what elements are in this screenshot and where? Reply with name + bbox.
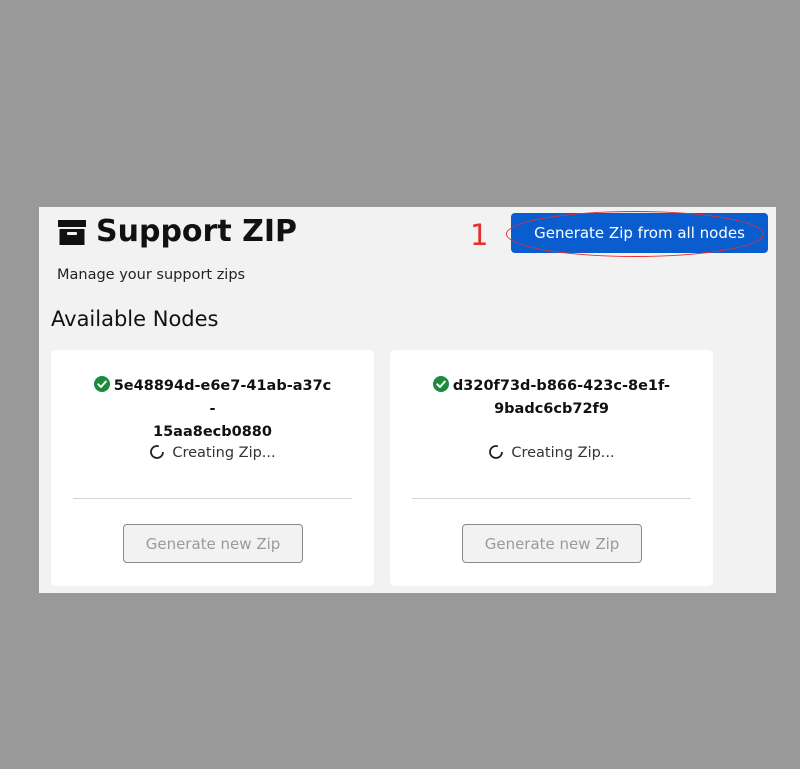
- zip-status: Creating Zip...: [51, 444, 374, 461]
- support-zip-panel: Support ZIP Manage your support zips 1 G…: [39, 207, 776, 593]
- zip-status-text: Creating Zip...: [511, 445, 615, 461]
- node-id: 5e48894d-e6e7-41ab-a37c- 15aa8ecb0880: [51, 375, 374, 444]
- page-title: Support ZIP: [96, 214, 298, 249]
- node-card: 5e48894d-e6e7-41ab-a37c- 15aa8ecb0880 Cr…: [51, 350, 374, 586]
- loading-spinner-icon: [150, 445, 165, 459]
- check-circle-icon: [93, 376, 110, 392]
- card-divider: [412, 498, 691, 499]
- zip-status: Creating Zip...: [390, 444, 713, 461]
- node-id-line2: 9badc6cb72f9: [494, 401, 609, 417]
- loading-spinner-icon: [489, 445, 504, 459]
- zip-status-text: Creating Zip...: [172, 445, 276, 461]
- node-id-line2: 15aa8ecb0880: [152, 424, 272, 440]
- node-id-line1: d320f73d-b866-423c-8e1f-: [452, 378, 671, 394]
- check-circle-icon: [432, 376, 449, 392]
- node-card: d320f73d-b866-423c-8e1f- 9badc6cb72f9 Cr…: [390, 350, 713, 586]
- generate-zip-all-nodes-button[interactable]: Generate Zip from all nodes: [511, 213, 768, 253]
- generate-new-zip-button[interactable]: Generate new Zip: [462, 524, 642, 563]
- node-id: d320f73d-b866-423c-8e1f- 9badc6cb72f9: [390, 375, 713, 421]
- card-divider: [73, 498, 352, 499]
- node-id-line1: 5e48894d-e6e7-41ab-a37c-: [113, 378, 332, 417]
- available-nodes-heading: Available Nodes: [51, 307, 219, 331]
- annotation-number: 1: [470, 218, 489, 252]
- page-header: Support ZIP: [57, 217, 297, 247]
- generate-new-zip-button[interactable]: Generate new Zip: [123, 524, 303, 563]
- archive-box-icon: [58, 220, 86, 245]
- page-subtitle: Manage your support zips: [57, 267, 246, 283]
